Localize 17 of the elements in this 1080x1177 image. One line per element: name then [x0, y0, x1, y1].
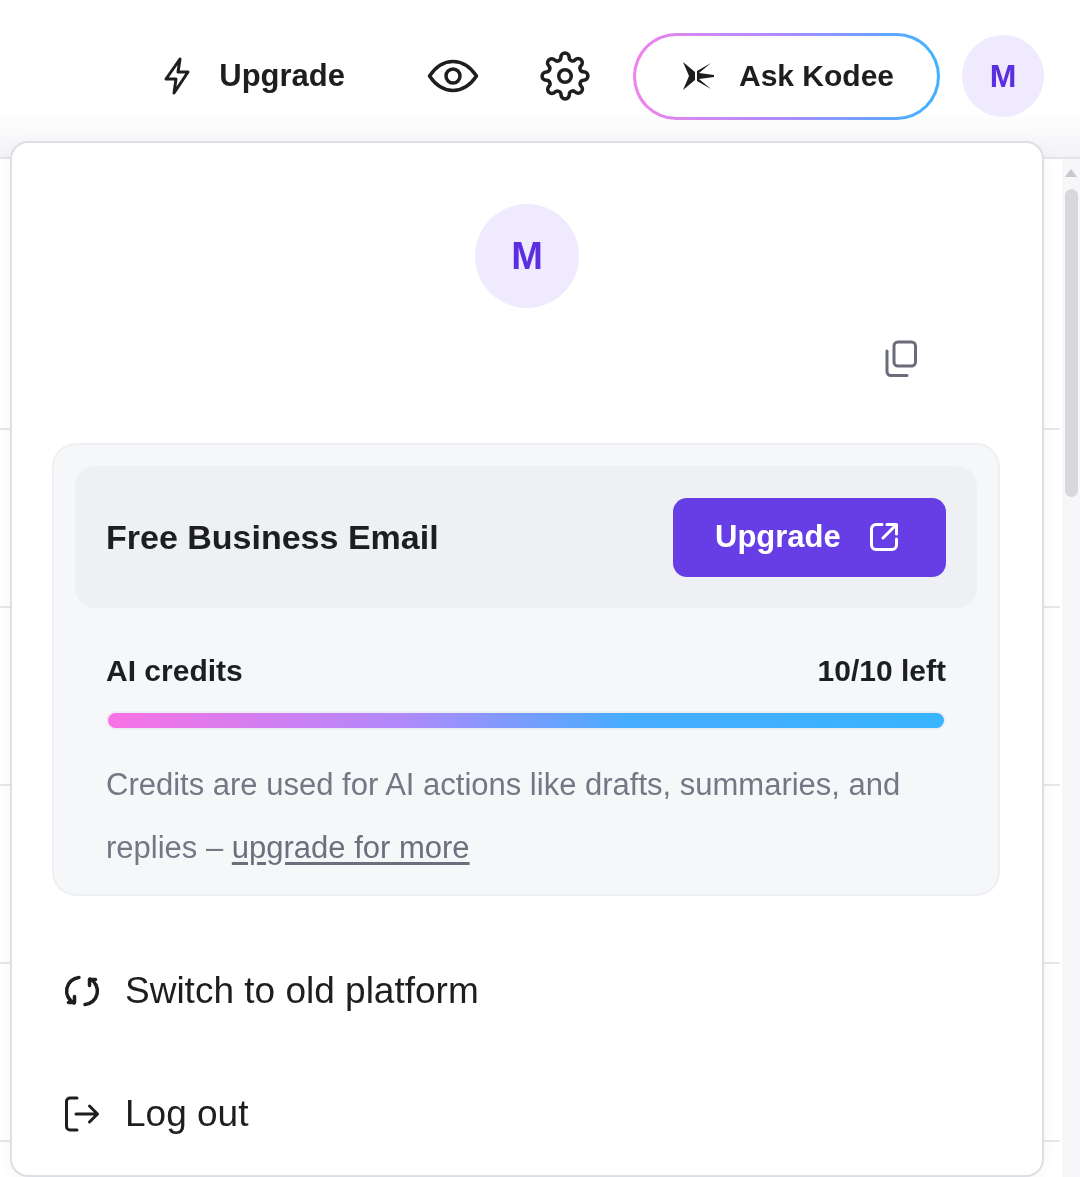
upgrade-for-more-link[interactable]: upgrade for more — [231, 830, 470, 865]
avatar: M — [475, 204, 579, 308]
external-link-icon — [867, 521, 900, 553]
credits-reading: 10/10 left — [817, 653, 946, 689]
avatar-button[interactable]: M — [962, 35, 1044, 117]
upgrade-link[interactable]: Upgrade — [161, 56, 345, 96]
plan-name: Free Business Email — [106, 517, 439, 557]
credits-label: AI credits — [106, 653, 243, 689]
logout-icon — [64, 1095, 100, 1132]
settings-icon[interactable] — [540, 51, 590, 101]
upgrade-button[interactable]: Upgrade — [673, 497, 946, 577]
scrollbar-thumb[interactable] — [1064, 189, 1078, 497]
eye-icon[interactable] — [427, 59, 479, 93]
credits-description: Credits are used for AI actions like drafts, summaries, and replies – upgrade for more — [106, 766, 902, 867]
menu-item[interactable]: Log out — [52, 1052, 1000, 1175]
menu-item[interactable]: Switch to old platform — [52, 929, 1000, 1052]
scrollbar-track[interactable] — [1062, 159, 1080, 1177]
